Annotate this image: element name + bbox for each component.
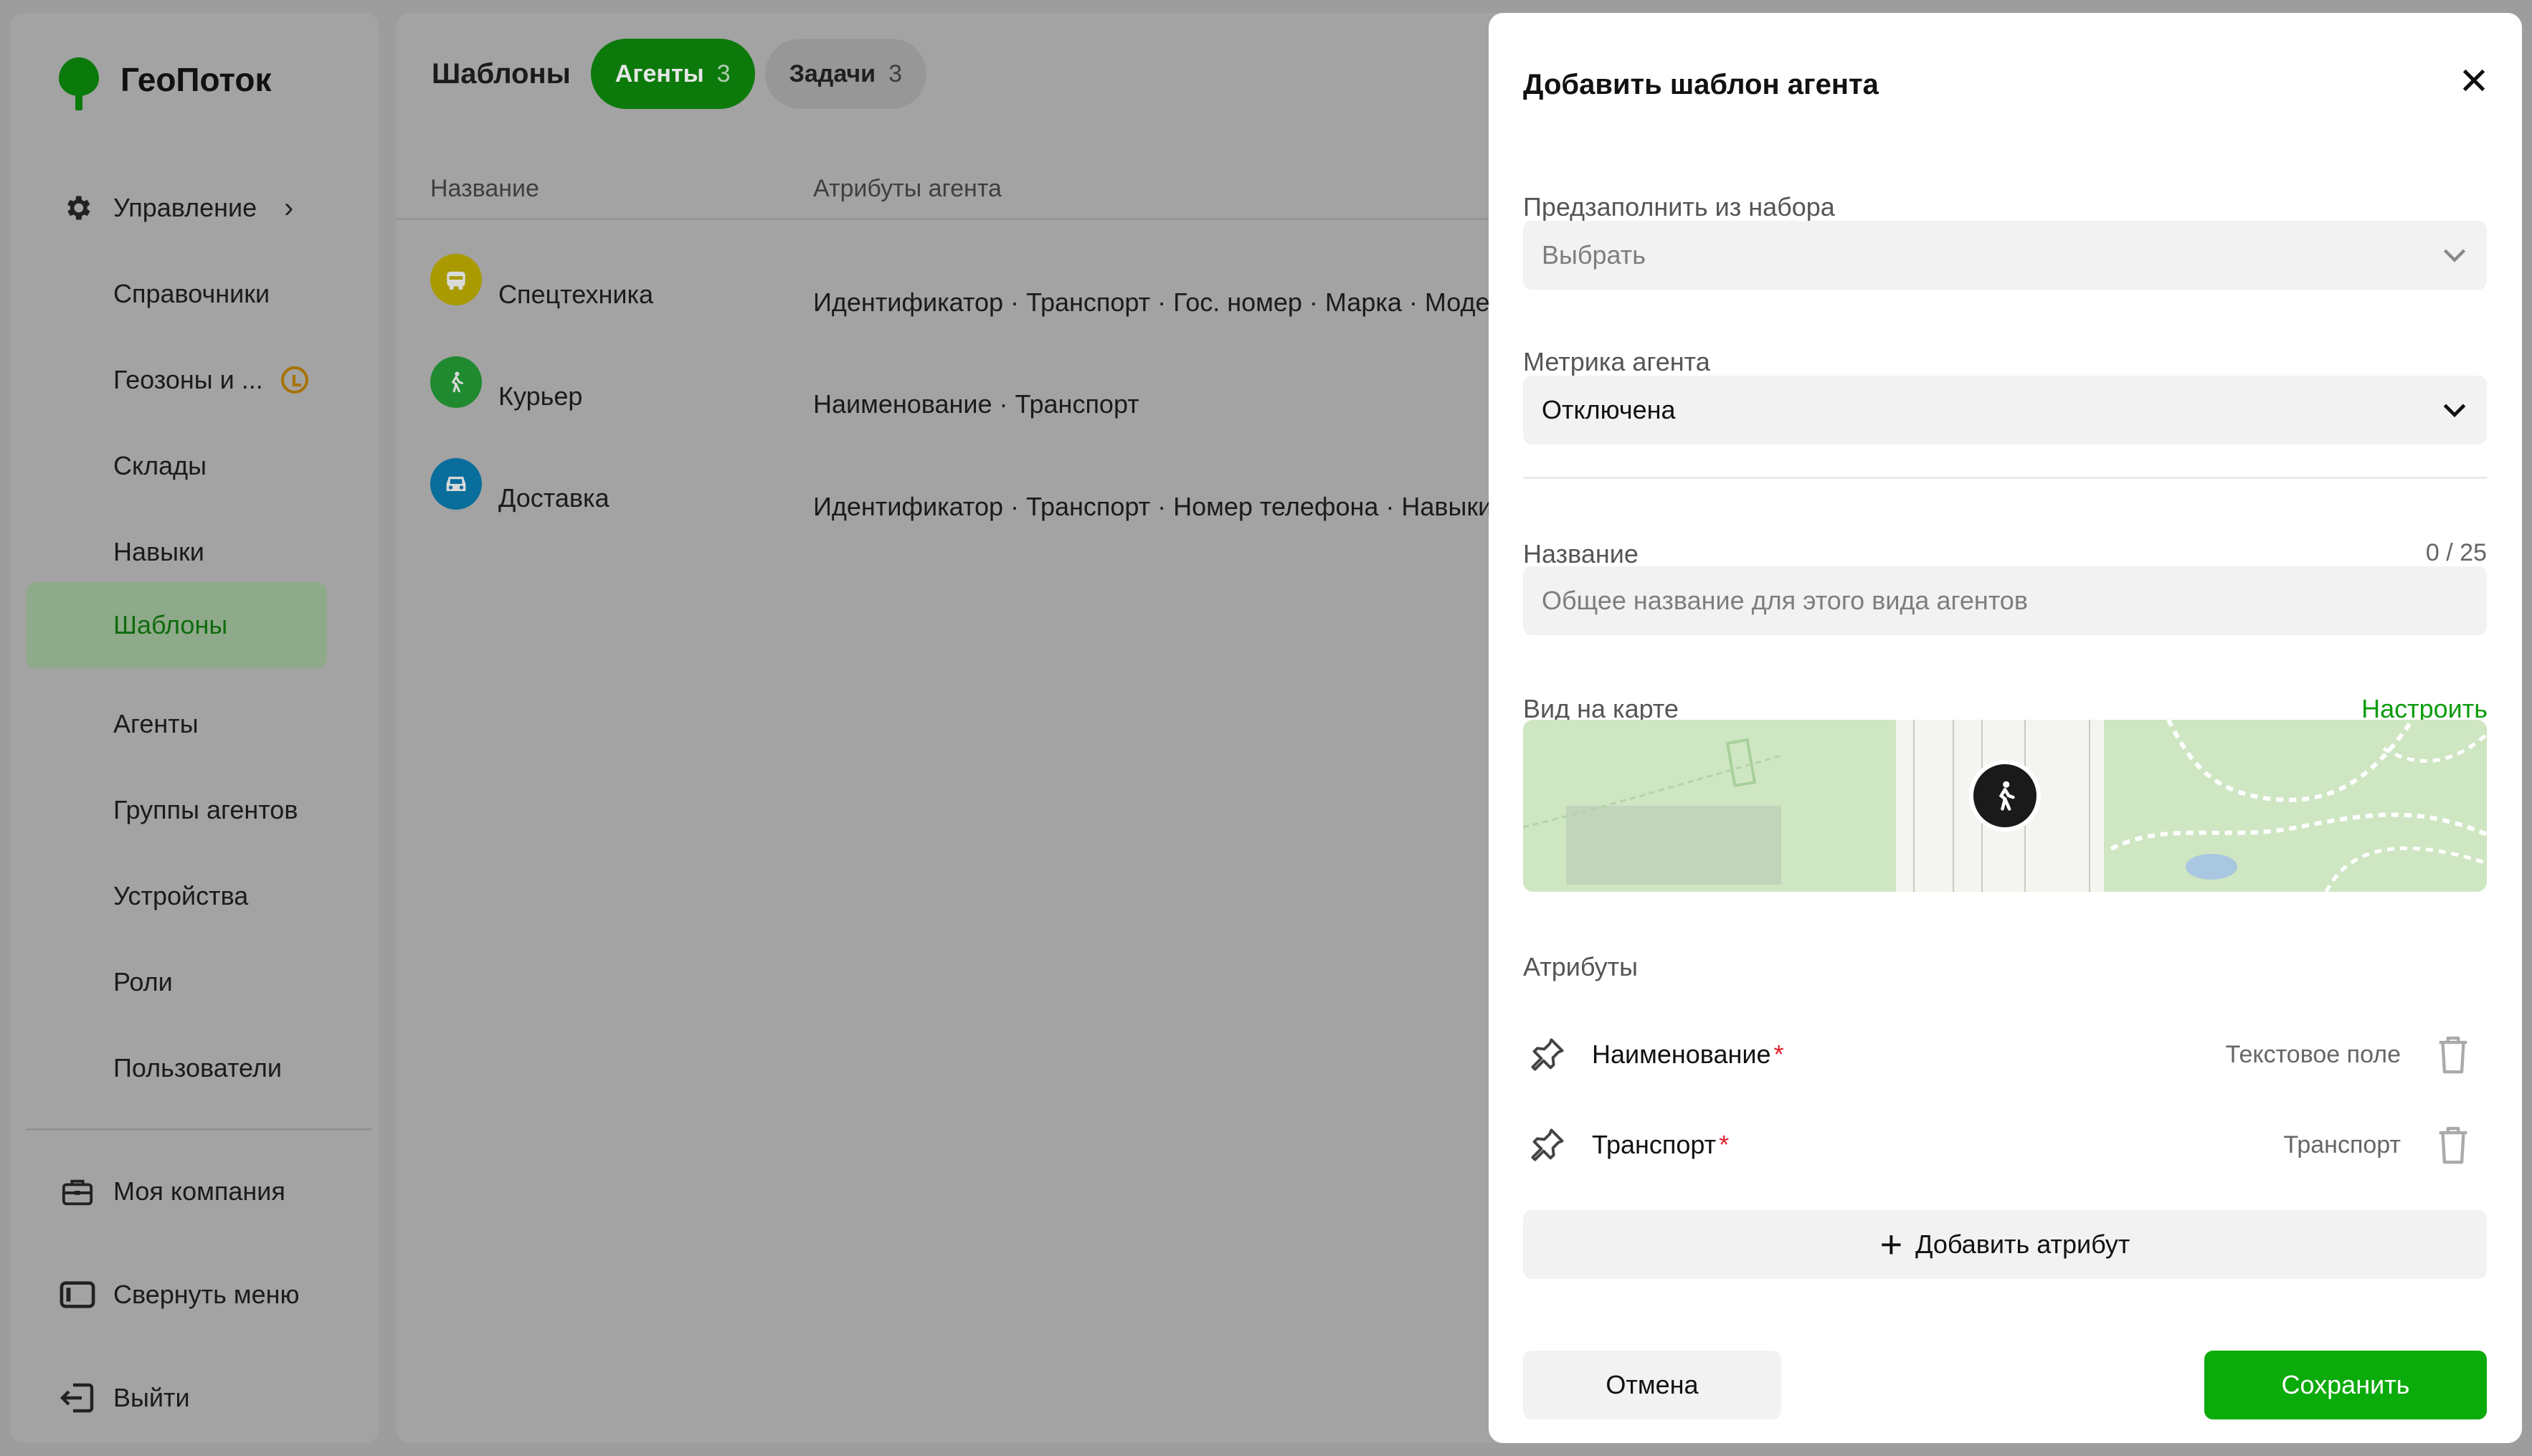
sidebar-item-templates[interactable]: Шаблоны — [26, 582, 327, 668]
add-attribute-label: Добавить атрибут — [1915, 1229, 2130, 1259]
logout-icon — [59, 1379, 96, 1417]
metric-label: Метрика агента — [1523, 347, 1710, 376]
metric-value: Отключена — [1542, 395, 1676, 424]
pin-icon[interactable] — [1529, 1126, 1566, 1164]
pin-icon[interactable] — [1529, 1036, 1566, 1073]
sidebar-item-devices[interactable]: Устройства — [26, 855, 327, 938]
panel-title: Добавить шаблон агента — [1523, 69, 1879, 100]
sidebar-item-users[interactable]: Пользователи — [26, 1027, 327, 1110]
attribute-type: Текстовое поле — [2225, 1040, 2401, 1068]
sidebar-item-label: Справочники — [113, 279, 270, 308]
sidebar-item-skills[interactable]: Навыки — [26, 510, 327, 594]
sidebar-item-roles[interactable]: Роли — [26, 941, 327, 1024]
tab-tasks[interactable]: Задачи 3 — [764, 39, 926, 109]
required-marker: * — [1719, 1130, 1730, 1159]
walker-icon — [1969, 760, 2041, 832]
sidebar-item-label: Склады — [113, 451, 207, 480]
attribute-row: Наименование * Текстовое поле — [1523, 1022, 2487, 1087]
column-header-attributes[interactable]: Атрибуты агента — [813, 175, 1002, 203]
sidebar-item-label: Свернуть меню — [113, 1280, 300, 1309]
attribute-row: Транспорт * Транспорт — [1523, 1113, 2487, 1177]
map-preview — [1523, 720, 2487, 892]
attributes-label: Атрибуты — [1523, 952, 1639, 981]
sidebar-item-label: Устройства — [113, 881, 249, 910]
cancel-button[interactable]: Отмена — [1523, 1351, 1781, 1419]
column-header-name[interactable]: Название — [430, 175, 539, 203]
templates-page: Шаблоны Агенты 3 Задачи 3 Название Атриб… — [396, 13, 1500, 1443]
sidebar-item-label: Шаблоны — [113, 610, 228, 639]
chevron-right-icon: › — [284, 191, 294, 224]
tab-count: 3 — [716, 60, 731, 87]
sidebar-item-agent-groups[interactable]: Группы агентов — [26, 769, 327, 852]
row-name: Доставка — [498, 483, 610, 513]
name-char-counter: 0 / 25 — [2425, 539, 2487, 566]
attribute-name: Наименование * — [1592, 1039, 1784, 1069]
prefill-label: Предзаполнить из набора — [1523, 192, 1835, 222]
sidebar-item-label: Моя компания — [113, 1176, 285, 1206]
gear-icon — [59, 189, 96, 227]
walker-icon — [430, 356, 482, 408]
name-input[interactable]: Общее название для этого вида агентов — [1523, 566, 2487, 635]
collapse-sidebar-icon — [59, 1276, 96, 1313]
sidebar-item-geozones[interactable]: Геозоны и ... — [26, 338, 327, 422]
sidebar-item-label: Роли — [113, 967, 173, 996]
sidebar: ГеоПоток Управление › Справочники Геозон… — [10, 13, 379, 1443]
sidebar-item-directories[interactable]: Справочники — [26, 252, 327, 336]
save-label: Сохранить — [2281, 1370, 2410, 1399]
header-divider — [396, 218, 1500, 220]
row-attributes: Идентификатор · Транспорт · Номер телефо… — [813, 492, 1493, 521]
sidebar-item-my-company[interactable]: Моя компания — [26, 1150, 327, 1233]
sidebar-item-warehouses[interactable]: Склады — [26, 424, 327, 508]
add-attribute-button[interactable]: + Добавить атрибут — [1523, 1210, 2487, 1279]
car-icon — [430, 458, 482, 510]
sidebar-item-label: Управление — [113, 193, 257, 222]
row-name: Спецтехника — [498, 280, 653, 309]
prefill-select[interactable]: Выбрать — [1523, 221, 2487, 290]
app-name: ГеоПоток — [120, 61, 272, 98]
page-title: Шаблоны — [432, 57, 571, 90]
sidebar-item-management[interactable]: Управление › — [26, 166, 327, 249]
truck-icon — [430, 254, 482, 305]
sidebar-item-agents[interactable]: Агенты — [26, 682, 327, 766]
sidebar-item-collapse[interactable]: Свернуть меню — [26, 1253, 327, 1336]
chevron-down-icon — [2442, 396, 2467, 424]
section-divider — [1523, 477, 2487, 479]
trash-icon[interactable] — [2435, 1034, 2471, 1075]
sidebar-item-label: Выйти — [113, 1383, 190, 1412]
sidebar-item-label: Геозоны и ... — [113, 365, 263, 394]
logo-leaf-icon — [44, 47, 113, 112]
prefill-placeholder: Выбрать — [1542, 240, 1646, 270]
tab-count: 3 — [888, 60, 902, 87]
required-marker: * — [1773, 1039, 1784, 1069]
row-attributes: Идентификатор · Транспорт · Гос. номер ·… — [813, 287, 1500, 317]
cancel-label: Отмена — [1606, 1370, 1699, 1399]
close-icon[interactable]: ✕ — [2452, 60, 2495, 103]
metric-select[interactable]: Отключена — [1523, 376, 2487, 444]
briefcase-icon — [59, 1173, 96, 1210]
sidebar-item-logout[interactable]: Выйти — [26, 1356, 327, 1440]
tab-agents[interactable]: Агенты 3 — [590, 39, 755, 109]
sidebar-item-label: Навыки — [113, 537, 204, 566]
attribute-type: Транспорт — [2283, 1131, 2401, 1158]
tab-label: Агенты — [615, 60, 704, 87]
sidebar-item-label: Агенты — [113, 709, 199, 738]
save-button[interactable]: Сохранить — [2204, 1351, 2487, 1419]
tab-label: Задачи — [789, 60, 876, 87]
sidebar-divider — [26, 1128, 371, 1131]
clock-icon — [281, 366, 308, 394]
row-name: Курьер — [498, 381, 583, 411]
plus-icon: + — [1879, 1223, 1903, 1266]
name-label: Название — [1523, 539, 1639, 568]
add-agent-template-panel: Добавить шаблон агента ✕ Предзаполнить и… — [1489, 13, 2522, 1443]
trash-icon[interactable] — [2435, 1124, 2471, 1166]
name-placeholder: Общее название для этого вида агентов — [1542, 586, 2028, 615]
sidebar-item-label: Пользователи — [113, 1053, 282, 1083]
row-attributes: Наименование · Транспорт — [813, 389, 1139, 419]
templates-tabs: Шаблоны Агенты 3 Задачи 3 — [432, 39, 937, 109]
app-logo[interactable]: ГеоПоток — [44, 47, 271, 112]
attribute-name: Транспорт * — [1592, 1130, 1730, 1159]
sidebar-item-label: Группы агентов — [113, 795, 298, 824]
chevron-down-icon — [2442, 242, 2467, 270]
